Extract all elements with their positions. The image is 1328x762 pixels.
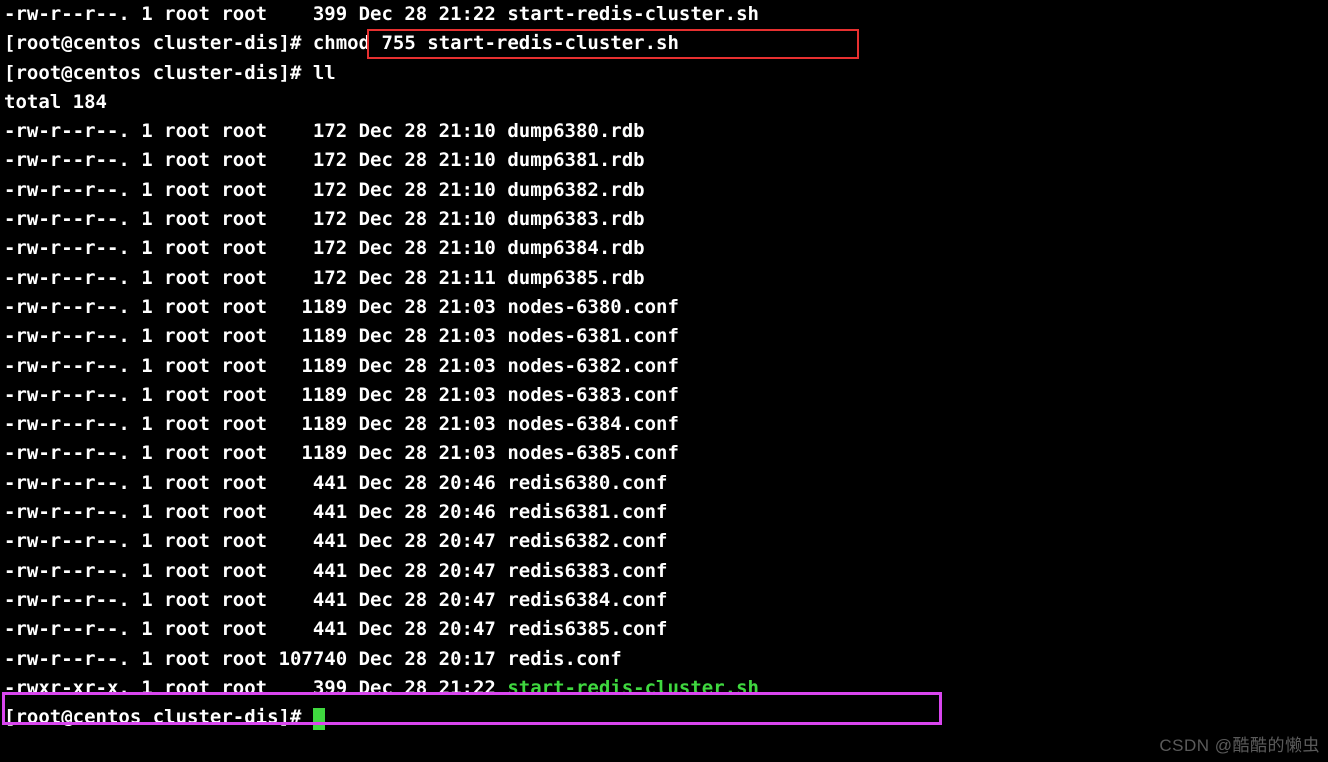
file-name: start-redis-cluster.sh: [507, 3, 759, 25]
command-ll: ll: [313, 62, 336, 84]
file-name: redis6384.conf: [507, 589, 667, 611]
file-row: -rw-r--r--. 1 root root 1189 Dec 28 21:0…: [4, 352, 1324, 381]
shell-prompt: [root@centos cluster-dis]#: [4, 706, 313, 728]
terminal-output[interactable]: -rw-r--r--. 1 root root 399 Dec 28 21:22…: [0, 0, 1328, 732]
file-name: redis.conf: [507, 648, 621, 670]
file-row: -rw-r--r--. 1 root root 1189 Dec 28 21:0…: [4, 410, 1324, 439]
file-name: nodes-6382.conf: [507, 355, 679, 377]
file-row: -rw-r--r--. 1 root root 441 Dec 28 20:46…: [4, 469, 1324, 498]
file-name: dump6383.rdb: [507, 208, 644, 230]
file-row: -rw-r--r--. 1 root root 1189 Dec 28 21:0…: [4, 293, 1324, 322]
file-row: -rw-r--r--. 1 root root 172 Dec 28 21:10…: [4, 176, 1324, 205]
file-name: dump6382.rdb: [507, 179, 644, 201]
file-name: redis6382.conf: [507, 530, 667, 552]
file-row: -rw-r--r--. 1 root root 1189 Dec 28 21:0…: [4, 322, 1324, 351]
file-name: nodes-6380.conf: [507, 296, 679, 318]
prompt-line-ll: [root@centos cluster-dis]# ll: [4, 59, 1324, 88]
file-row: -rw-r--r--. 1 root root 172 Dec 28 21:10…: [4, 205, 1324, 234]
file-row: -rw-r--r--. 1 root root 441 Dec 28 20:46…: [4, 498, 1324, 527]
shell-prompt: [root@centos cluster-dis]#: [4, 62, 313, 84]
file-name: dump6384.rdb: [507, 237, 644, 259]
file-name: nodes-6384.conf: [507, 413, 679, 435]
file-row: -rw-r--r--. 1 root root 441 Dec 28 20:47…: [4, 615, 1324, 644]
watermark: CSDN @酷酷的懒虫: [1159, 731, 1320, 756]
file-name: dump6385.rdb: [507, 267, 644, 289]
file-row: -rw-r--r--. 1 root root 399 Dec 28 21:22…: [4, 0, 1324, 29]
file-name: nodes-6381.conf: [507, 325, 679, 347]
file-row: -rw-r--r--. 1 root root 172 Dec 28 21:10…: [4, 146, 1324, 175]
file-name: dump6381.rdb: [507, 149, 644, 171]
file-name: redis6385.conf: [507, 618, 667, 640]
file-name: nodes-6385.conf: [507, 442, 679, 464]
file-row: -rw-r--r--. 1 root root 441 Dec 28 20:47…: [4, 557, 1324, 586]
file-row: -rw-r--r--. 1 root root 441 Dec 28 20:47…: [4, 586, 1324, 615]
file-name: nodes-6383.conf: [507, 384, 679, 406]
file-row: -rw-r--r--. 1 root root 1189 Dec 28 21:0…: [4, 381, 1324, 410]
file-row: -rw-r--r--. 1 root root 172 Dec 28 21:11…: [4, 264, 1324, 293]
file-name: redis6383.conf: [507, 560, 667, 582]
command-chmod: chmod 755 start-redis-cluster.sh: [313, 32, 679, 54]
file-row: -rw-r--r--. 1 root root 441 Dec 28 20:47…: [4, 527, 1324, 556]
file-name: redis6381.conf: [507, 501, 667, 523]
total-line: total 184: [4, 88, 1324, 117]
file-row: -rw-r--r--. 1 root root 172 Dec 28 21:10…: [4, 234, 1324, 263]
shell-prompt: [root@centos cluster-dis]#: [4, 32, 313, 54]
file-name: redis6380.conf: [507, 472, 667, 494]
file-row: -rw-r--r--. 1 root root 107740 Dec 28 20…: [4, 645, 1324, 674]
file-name-executable: start-redis-cluster.sh: [507, 677, 759, 699]
file-row: -rw-r--r--. 1 root root 1189 Dec 28 21:0…: [4, 439, 1324, 468]
file-row: -rwxr-xr-x. 1 root root 399 Dec 28 21:22…: [4, 674, 1324, 703]
file-name: dump6380.rdb: [507, 120, 644, 142]
cursor: [313, 708, 325, 730]
prompt-line-current[interactable]: [root@centos cluster-dis]#: [4, 703, 1324, 732]
prompt-line-chmod: [root@centos cluster-dis]# chmod 755 sta…: [4, 29, 1324, 58]
file-row: -rw-r--r--. 1 root root 172 Dec 28 21:10…: [4, 117, 1324, 146]
